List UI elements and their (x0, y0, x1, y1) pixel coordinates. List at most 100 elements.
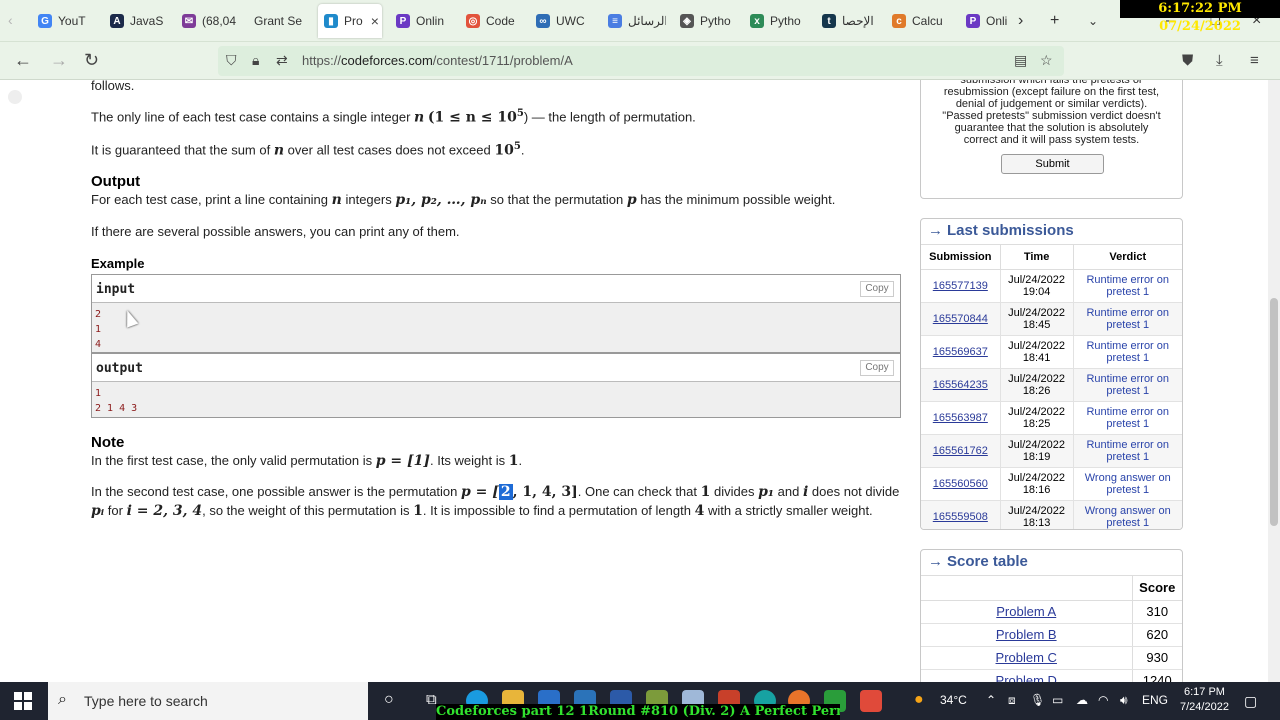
table-row: Problem A 310 (921, 600, 1182, 624)
tray-overflow-icon[interactable]: ⌃ (986, 693, 996, 707)
browser-tab[interactable]: c Calcu (886, 6, 950, 36)
verdict-line-2: pretest 1 (1106, 417, 1150, 430)
windows-start-icon[interactable] (14, 692, 32, 710)
submission-link[interactable]: 165570844 (933, 313, 988, 325)
sample-output-body[interactable]: 1 2 1 4 3 (92, 382, 900, 420)
submit-button[interactable]: Submit (1001, 154, 1104, 174)
sidebar-toggle-icon[interactable] (8, 90, 22, 104)
submission-verdict-cell[interactable]: Runtime error on pretest 1 (1073, 335, 1182, 369)
verdict-line-1: Runtime error on (1086, 438, 1170, 451)
submission-verdict-cell[interactable]: Wrong answer on pretest 1 (1073, 467, 1182, 501)
submission-verdict-cell[interactable]: Runtime error on pretest 1 (1073, 401, 1182, 435)
coderun-icon: ◎ (466, 14, 480, 28)
browser-tab[interactable]: ≡ الرسائل (602, 6, 666, 36)
weather-icon[interactable]: ● (914, 691, 924, 709)
browser-tab[interactable]: ◈ Pytho (674, 6, 738, 36)
submission-verdict-cell[interactable]: Runtime error on pretest 1 (1073, 368, 1182, 402)
reload-icon[interactable]: ↻ (84, 50, 99, 71)
browser-tab[interactable]: ▮ Pro × (318, 4, 382, 38)
submission-link[interactable]: 165559508 (933, 511, 988, 523)
url-text[interactable]: https://codeforces.com/contest/1711/prob… (302, 53, 573, 68)
copy-output-button[interactable]: Copy (860, 360, 894, 376)
browser-nav-bar: ← → ↻ ⛉ 🔒︎ ⇄ https://codeforces.com/cont… (0, 42, 1280, 80)
menu-icon[interactable]: ≡ (1250, 52, 1259, 69)
sum-text-2: over all test cases does not exceed (287, 142, 491, 158)
bookmark-star-icon[interactable]: ☆ (1040, 52, 1053, 69)
submission-date: Jul/24/2022 (1008, 372, 1066, 385)
taskbar-search[interactable]: ⌕ Type here to search (48, 682, 368, 720)
browser-tab[interactable]: ✉ (68,04 (176, 6, 240, 36)
submission-link[interactable]: 165563987 (933, 412, 988, 424)
tray-app-icon[interactable]: ⧈ (1008, 693, 1016, 708)
note-2-text-e: does not divide (811, 484, 900, 499)
notifications-icon[interactable]: ▢ (1244, 693, 1257, 710)
copy-input-button[interactable]: Copy (860, 281, 894, 297)
submission-link[interactable]: 165577139 (933, 280, 988, 292)
table-row: Problem C 930 (921, 646, 1182, 670)
verdict-line-2: pretest 1 (1106, 483, 1150, 496)
browser-tab[interactable]: t الإحصا (816, 6, 880, 36)
forward-icon[interactable]: → (50, 50, 68, 71)
downloads-icon[interactable]: ⤓ (1216, 52, 1223, 69)
submission-link[interactable]: 165560560 (933, 478, 988, 490)
submission-verdict-cell[interactable]: Runtime error on pretest 1 (1073, 269, 1182, 303)
note-1-text: In the first test case, the only valid p… (91, 453, 373, 468)
verdict-line-1: Runtime error on (1086, 372, 1170, 385)
wifi-icon[interactable]: ◠ (1098, 693, 1108, 707)
submission-verdict-cell[interactable]: Runtime error on pretest 1 (1073, 302, 1182, 336)
address-bar[interactable]: ⛉ 🔒︎ ⇄ https://codeforces.com/contest/17… (218, 46, 1064, 76)
lock-icon[interactable]: 🔒︎ (252, 52, 259, 69)
browser-tab[interactable]: P Onlin (390, 6, 454, 36)
codeblocks-icon[interactable] (860, 690, 882, 712)
last-submissions-title: → Last submissions (921, 219, 1182, 245)
sample-input-body[interactable]: 2 1 4 (92, 303, 900, 356)
tab-list-icon[interactable]: ⌄ (1088, 14, 1098, 28)
problem-link[interactable]: Problem B (996, 627, 1057, 642)
browser-tab[interactable]: Grant Se (248, 6, 312, 36)
browser-tab[interactable]: A JavaS (104, 6, 168, 36)
back-icon[interactable]: ← (14, 50, 32, 71)
temperature-text[interactable]: 34°C (940, 693, 967, 707)
language-indicator[interactable]: ENG (1142, 693, 1168, 707)
tab-scroll-right-icon[interactable]: › (1018, 12, 1023, 30)
tab-scroll-left-icon[interactable]: ‹ (8, 12, 13, 28)
problem-link[interactable]: Problem D (996, 673, 1057, 682)
reader-view-icon[interactable]: ▤ (1014, 52, 1027, 69)
cortana-icon[interactable]: ○ (384, 691, 394, 709)
permissions-icon[interactable]: ⇄ (276, 52, 288, 69)
shield-icon[interactable]: ⛉ (226, 52, 237, 69)
submission-link[interactable]: 165564235 (933, 379, 988, 391)
tab-label: الرسائل (628, 14, 666, 28)
submission-verdict-cell[interactable]: Runtime error on pretest 1 (1073, 434, 1182, 468)
math-sequence: p₁, p₂, …, pₙ (395, 192, 487, 208)
submission-link[interactable]: 165569637 (933, 346, 988, 358)
microphone-icon[interactable]: 🎙︎ (1030, 693, 1045, 707)
selected-text-highlight[interactable]: 2 (498, 484, 513, 500)
browser-tab[interactable]: ∞ UWC (530, 6, 594, 36)
math-i: i (802, 484, 809, 500)
volume-icon[interactable]: 🔊︎ (1120, 693, 1128, 708)
tab-label: Code (486, 14, 515, 28)
arrow-right-icon: → (928, 222, 943, 239)
pocket-icon[interactable]: ⛊ (1182, 52, 1193, 69)
taskbar-clock[interactable]: 6:17 PM 7/24/2022 (1180, 685, 1229, 715)
browser-tab[interactable]: P Onli (960, 6, 1012, 36)
submission-id-cell: 165559508 (921, 500, 1001, 529)
page-scrollbar[interactable] (1268, 80, 1280, 682)
problem-link[interactable]: Problem C (996, 650, 1057, 665)
note-first-case: In the first test case, the only valid p… (91, 453, 522, 469)
battery-icon[interactable]: ▭ (1052, 693, 1063, 707)
onedrive-icon[interactable]: ☁ (1076, 693, 1088, 707)
note-2-text-c: divides (714, 484, 755, 499)
problem-link[interactable]: Problem A (996, 604, 1056, 619)
browser-tab[interactable]: G YouT (32, 6, 96, 36)
new-tab-icon[interactable]: + (1050, 12, 1059, 30)
tab-close-icon[interactable]: × (371, 13, 379, 29)
browser-tab[interactable]: ◎ Code (460, 6, 524, 36)
table-row: 165563987 Jul/24/2022 18:25 Runtime error o… (921, 401, 1182, 435)
submission-verdict-cell[interactable]: Wrong answer on pretest 1 (1073, 500, 1182, 529)
scrollbar-thumb[interactable] (1270, 298, 1278, 526)
taskbar-search-placeholder: Type here to search (84, 693, 208, 709)
browser-tab[interactable]: x Pytho (744, 6, 808, 36)
submission-link[interactable]: 165561762 (933, 445, 988, 457)
